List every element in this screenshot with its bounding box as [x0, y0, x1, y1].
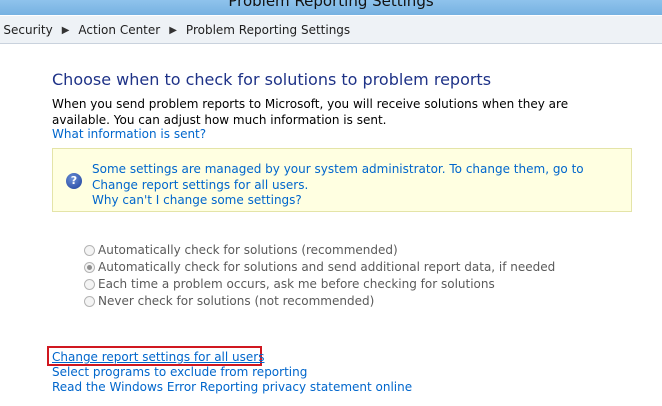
- radio-ask-me[interactable]: [84, 279, 95, 290]
- breadcrumb-item-security[interactable]: d Security: [0, 23, 53, 37]
- breadcrumb: d Security ▶ Action Center ▶ Problem Reporti…: [0, 23, 350, 37]
- question-icon: ?: [66, 173, 82, 189]
- radio-auto-check[interactable]: [84, 245, 95, 256]
- related-links: Change report settings for all users Sel…: [52, 350, 412, 395]
- what-information-link[interactable]: What information is sent?: [52, 127, 206, 141]
- option-label: Automatically check for solutions (recom…: [98, 243, 398, 257]
- address-bar[interactable]: d Security ▶ Action Center ▶ Problem Reporti…: [0, 15, 662, 44]
- main-content: Choose when to check for solutions to pr…: [0, 44, 662, 406]
- title-bar: Problem Reporting Settings: [0, 0, 662, 15]
- page-description: When you send problem reports to Microso…: [52, 97, 569, 127]
- privacy-statement-link[interactable]: Read the Windows Error Reporting privacy…: [52, 380, 412, 395]
- radio-never-check[interactable]: [84, 296, 95, 307]
- window-title: Problem Reporting Settings: [228, 0, 434, 10]
- option-label: Each time a problem occurs, ask me befor…: [98, 277, 495, 291]
- breadcrumb-item-action-center[interactable]: Action Center: [78, 23, 160, 37]
- option-label: Automatically check for solutions and se…: [98, 260, 556, 274]
- change-settings-all-users-link[interactable]: Change report settings for all users: [52, 350, 412, 365]
- admin-notice-message: Some settings are managed by your system…: [92, 162, 584, 192]
- exclude-programs-link[interactable]: Select programs to exclude from reportin…: [52, 365, 412, 380]
- radio-auto-check-send-data[interactable]: [84, 262, 95, 273]
- chevron-right-icon[interactable]: ▶: [169, 25, 177, 36]
- admin-notice-box: ? Some settings are managed by your syst…: [52, 148, 632, 212]
- why-cant-change-link[interactable]: Why can't I change some settings?: [92, 193, 302, 207]
- option-label: Never check for solutions (not recommend…: [98, 294, 375, 308]
- chevron-right-icon[interactable]: ▶: [62, 25, 70, 36]
- breadcrumb-item-problem-reporting[interactable]: Problem Reporting Settings: [186, 23, 350, 37]
- page-title: Choose when to check for solutions to pr…: [52, 70, 492, 89]
